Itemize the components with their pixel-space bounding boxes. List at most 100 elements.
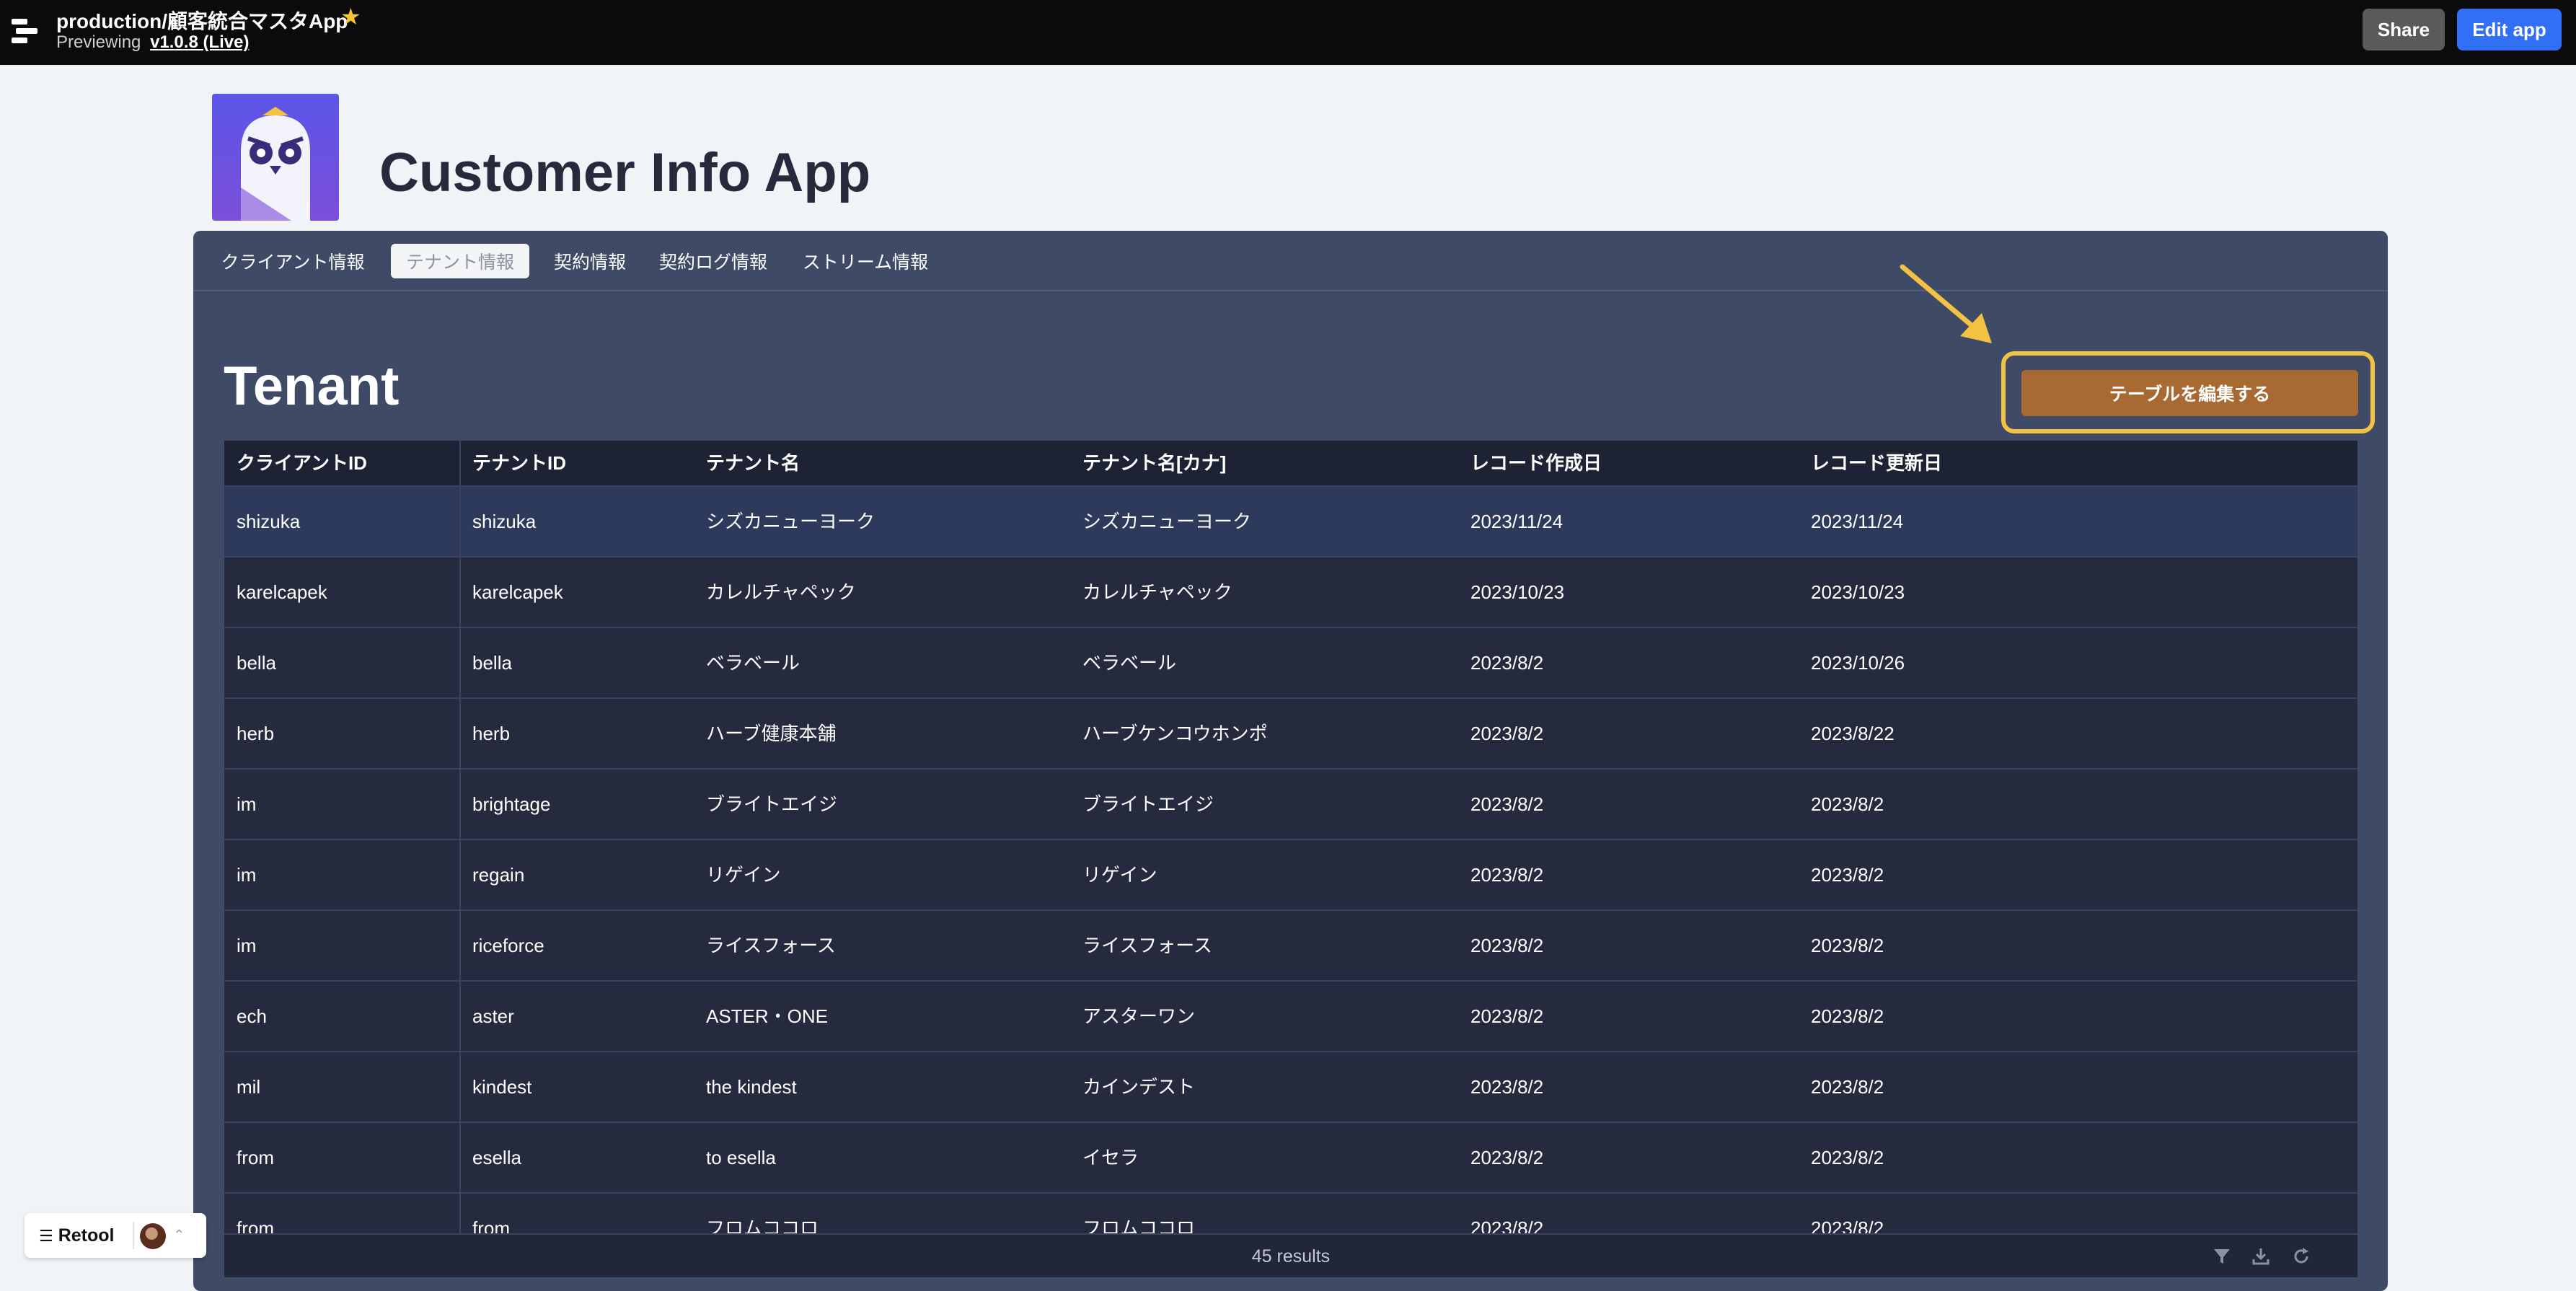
cell-created-date[interactable]: 2023/8/2 bbox=[1470, 628, 1543, 697]
cell-tenant-name[interactable]: ハーブ健康本舗 bbox=[706, 699, 836, 768]
cell-client-id[interactable]: from bbox=[237, 1123, 274, 1192]
cell-tenant-name[interactable]: ベラベール bbox=[706, 628, 800, 697]
cell-tenant-name[interactable]: ライスフォース bbox=[706, 911, 836, 980]
table-row[interactable]: from esella to esella イセラ 2023/8/2 2023/8/2 bbox=[224, 1123, 2357, 1194]
cell-created-date[interactable]: 2023/8/2 bbox=[1470, 911, 1543, 980]
cell-tenant-id[interactable]: aster bbox=[472, 982, 514, 1051]
star-icon[interactable]: ★ bbox=[340, 3, 361, 30]
section-title: Tenant bbox=[224, 356, 400, 417]
cell-tenant-name[interactable]: シズカニューヨーク bbox=[706, 487, 875, 556]
cell-tenant-name-kana[interactable]: ブライトエイジ bbox=[1082, 770, 1214, 839]
cell-client-id[interactable]: bella bbox=[237, 628, 276, 697]
annotation-arrow-icon bbox=[1900, 264, 1992, 343]
cell-tenant-id[interactable]: riceforce bbox=[472, 911, 544, 980]
cell-updated-date[interactable]: 2023/8/2 bbox=[1811, 911, 1884, 980]
cell-tenant-name[interactable]: ASTER・ONE bbox=[706, 982, 828, 1051]
cell-tenant-name-kana[interactable]: ハーブケンコウホンポ bbox=[1082, 699, 1268, 768]
cell-tenant-id[interactable]: kindest bbox=[472, 1052, 531, 1122]
tab-client-info[interactable]: クライアント情報 bbox=[221, 244, 365, 278]
page-title: Customer Info App bbox=[379, 142, 871, 203]
cell-client-id[interactable]: im bbox=[237, 770, 256, 839]
table-row[interactable]: mil kindest the kindest カインデスト 2023/8/2 2023/… bbox=[224, 1052, 2357, 1123]
cell-client-id[interactable]: karelcapek bbox=[237, 558, 327, 627]
tab-stream-info[interactable]: ストリーム情報 bbox=[793, 244, 938, 278]
edit-app-button[interactable]: Edit app bbox=[2457, 9, 2562, 50]
cell-tenant-name-kana[interactable]: ベラベール bbox=[1082, 628, 1176, 697]
column-header-updated-date[interactable]: レコード更新日 bbox=[1811, 441, 1942, 485]
cell-tenant-name-kana[interactable]: カレルチャペック bbox=[1082, 558, 1232, 627]
column-header-created-date[interactable]: レコード作成日 bbox=[1470, 441, 1602, 485]
table-row[interactable]: herb herb ハーブ健康本舗 ハーブケンコウホンポ 2023/8/2 2023/8/… bbox=[224, 699, 2357, 770]
cell-tenant-name[interactable]: to esella bbox=[706, 1123, 776, 1192]
cell-tenant-name-kana[interactable]: カインデスト bbox=[1082, 1052, 1195, 1122]
cell-updated-date[interactable]: 2023/8/2 bbox=[1811, 982, 1884, 1051]
cell-client-id[interactable]: mil bbox=[237, 1052, 260, 1122]
cell-created-date[interactable]: 2023/8/2 bbox=[1470, 1123, 1543, 1192]
cell-tenant-name[interactable]: リゲイン bbox=[706, 840, 780, 909]
cell-updated-date[interactable]: 2023/8/2 bbox=[1811, 1123, 1884, 1192]
table-row[interactable]: karelcapek karelcapek カレルチャペック カレルチャペック 2023… bbox=[224, 558, 2357, 628]
cell-client-id[interactable]: im bbox=[237, 911, 256, 980]
table-row[interactable]: bella bella ベラベール ベラベール 2023/8/2 2023/10/26 bbox=[224, 628, 2357, 699]
cell-tenant-name-kana[interactable]: リゲイン bbox=[1082, 840, 1157, 909]
edit-table-button[interactable]: テーブルを編集する bbox=[2021, 370, 2358, 416]
table-row[interactable]: im regain リゲイン リゲイン 2023/8/2 2023/8/2 bbox=[224, 840, 2357, 911]
filter-icon[interactable] bbox=[2212, 1246, 2232, 1266]
table-row[interactable]: im brightage ブライトエイジ ブライトエイジ 2023/8/2 2023/8/… bbox=[224, 770, 2357, 840]
top-bar: production/顧客統合マスタApp ★ Previewing v1.0.… bbox=[0, 0, 2576, 65]
badge-divider bbox=[133, 1222, 134, 1249]
column-header-tenant-name[interactable]: テナント名 bbox=[706, 441, 800, 485]
cell-updated-date[interactable]: 2023/8/2 bbox=[1811, 770, 1884, 839]
tab-tenant-info[interactable]: テナント情報 bbox=[391, 244, 529, 278]
download-icon[interactable] bbox=[2251, 1246, 2271, 1266]
cell-updated-date[interactable]: 2023/8/2 bbox=[1811, 1052, 1884, 1122]
cell-client-id[interactable]: ech bbox=[237, 982, 267, 1051]
cell-updated-date[interactable]: 2023/10/23 bbox=[1811, 558, 1905, 627]
column-header-client-id[interactable]: クライアントID bbox=[237, 441, 367, 485]
cell-updated-date[interactable]: 2023/11/24 bbox=[1811, 487, 1903, 556]
retool-badge[interactable]: ☰ Retool ⌃ bbox=[25, 1213, 206, 1258]
cell-created-date[interactable]: 2023/8/2 bbox=[1470, 699, 1543, 768]
cell-updated-date[interactable]: 2023/8/2 bbox=[1811, 840, 1884, 909]
cell-tenant-name-kana[interactable]: ライスフォース bbox=[1082, 911, 1212, 980]
table-row[interactable]: im riceforce ライスフォース ライスフォース 2023/8/2 2023/8/… bbox=[224, 911, 2357, 982]
column-header-tenant-name-kana[interactable]: テナント名[カナ] bbox=[1082, 441, 1226, 485]
cell-created-date[interactable]: 2023/8/2 bbox=[1470, 840, 1543, 909]
preview-version-link[interactable]: v1.0.8 (Live) bbox=[150, 32, 249, 52]
refresh-icon[interactable] bbox=[2291, 1246, 2311, 1266]
results-count: 45 results bbox=[1251, 1246, 1331, 1266]
cell-tenant-id[interactable]: esella bbox=[472, 1123, 521, 1192]
cell-created-date[interactable]: 2023/8/2 bbox=[1470, 982, 1543, 1051]
cell-updated-date[interactable]: 2023/8/22 bbox=[1811, 699, 1894, 768]
cell-client-id[interactable]: shizuka bbox=[237, 487, 300, 556]
cell-tenant-name[interactable]: カレルチャペック bbox=[706, 558, 856, 627]
cell-tenant-id[interactable]: brightage bbox=[472, 770, 550, 839]
avatar[interactable] bbox=[140, 1223, 166, 1249]
cell-tenant-name[interactable]: the kindest bbox=[706, 1052, 797, 1122]
cell-created-date[interactable]: 2023/8/2 bbox=[1470, 770, 1543, 839]
table-row[interactable]: shizuka shizuka シズカニューヨーク シズカニューヨーク 2023/11/… bbox=[224, 487, 2357, 558]
table-row[interactable]: ech aster ASTER・ONE アスターワン 2023/8/2 2023/8/2 bbox=[224, 982, 2357, 1052]
retool-logo-icon[interactable] bbox=[12, 19, 40, 45]
share-button[interactable]: Share bbox=[2363, 9, 2445, 50]
cell-tenant-name-kana[interactable]: シズカニューヨーク bbox=[1082, 487, 1251, 556]
cell-created-date[interactable]: 2023/8/2 bbox=[1470, 1052, 1543, 1122]
cell-client-id[interactable]: im bbox=[237, 840, 256, 909]
cell-tenant-id[interactable]: herb bbox=[472, 699, 510, 768]
cell-tenant-name-kana[interactable]: イセラ bbox=[1082, 1123, 1139, 1192]
cell-tenant-id[interactable]: bella bbox=[472, 628, 512, 697]
tab-contract-log-info[interactable]: 契約ログ情報 bbox=[652, 244, 775, 278]
cell-tenant-id[interactable]: karelcapek bbox=[472, 558, 563, 627]
chevron-up-icon[interactable]: ⌃ bbox=[173, 1223, 185, 1248]
cell-tenant-name[interactable]: ブライトエイジ bbox=[706, 770, 837, 839]
cell-tenant-id[interactable]: regain bbox=[472, 840, 524, 909]
cell-tenant-id[interactable]: shizuka bbox=[472, 487, 536, 556]
column-header-tenant-id[interactable]: テナントID bbox=[472, 441, 566, 485]
preview-status: Previewing v1.0.8 (Live) bbox=[56, 32, 249, 53]
cell-tenant-name-kana[interactable]: アスターワン bbox=[1082, 982, 1195, 1051]
cell-created-date[interactable]: 2023/10/23 bbox=[1470, 558, 1564, 627]
cell-client-id[interactable]: herb bbox=[237, 699, 274, 768]
cell-updated-date[interactable]: 2023/10/26 bbox=[1811, 628, 1905, 697]
cell-created-date[interactable]: 2023/11/24 bbox=[1470, 487, 1563, 556]
tab-contract-info[interactable]: 契約情報 bbox=[547, 244, 633, 278]
